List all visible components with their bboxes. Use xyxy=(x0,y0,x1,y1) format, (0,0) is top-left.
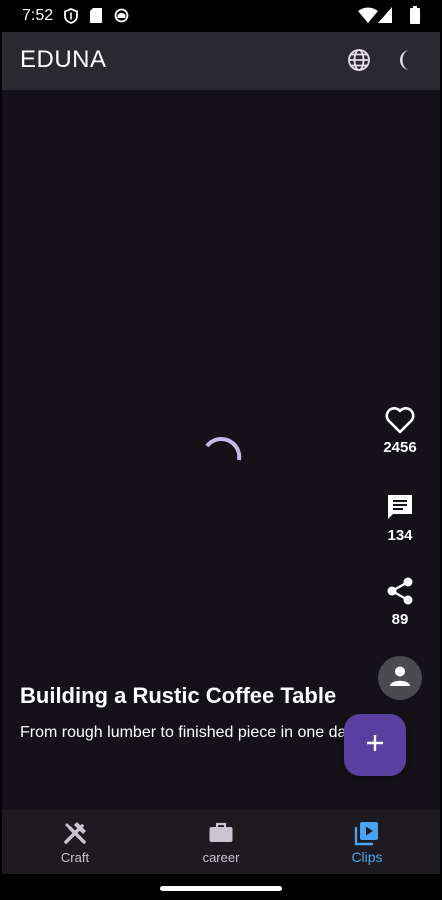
bottom-navigation: Craft career Clips xyxy=(2,810,440,874)
share-button[interactable]: 89 xyxy=(372,576,428,628)
tools-icon xyxy=(62,820,88,851)
app-title: EDUNA xyxy=(20,46,107,73)
wifi-icon xyxy=(358,7,378,28)
creator-avatar[interactable] xyxy=(378,656,422,700)
gesture-bar xyxy=(0,874,442,900)
nav-label-clips: Clips xyxy=(351,849,383,865)
like-button[interactable]: 2456 xyxy=(372,406,428,456)
video-description: From rough lumber to finished piece in o… xyxy=(20,724,347,741)
app-bar: EDUNA xyxy=(2,32,440,90)
globe-icon[interactable] xyxy=(344,45,374,75)
nav-item-craft[interactable]: Craft xyxy=(2,810,148,874)
comment-icon xyxy=(385,495,415,526)
status-bar: 7:52 xyxy=(0,0,442,32)
app-notification-icon xyxy=(114,8,129,28)
dark-mode-icon[interactable] xyxy=(392,45,422,75)
home-gesture-handle[interactable] xyxy=(160,886,282,891)
share-icon xyxy=(385,577,415,610)
battery-icon xyxy=(410,6,420,29)
nav-label-craft: Craft xyxy=(60,850,90,865)
status-time: 7:52 xyxy=(22,7,54,24)
comment-button[interactable]: 134 xyxy=(372,492,428,544)
share-count: 89 xyxy=(391,611,409,628)
plus-icon xyxy=(365,733,385,758)
nav-item-clips[interactable]: Clips xyxy=(294,810,440,874)
comment-count: 134 xyxy=(387,527,413,544)
add-clip-button[interactable] xyxy=(344,714,406,776)
shield-icon xyxy=(64,8,78,29)
loading-spinner xyxy=(201,430,245,479)
nav-label-career: career xyxy=(202,850,240,865)
heart-icon xyxy=(385,407,415,438)
video-library-icon xyxy=(354,820,380,851)
video-title: Building a Rustic Coffee Table xyxy=(20,683,337,708)
cellular-signal-icon xyxy=(378,7,392,28)
person-icon xyxy=(389,665,411,692)
briefcase-icon xyxy=(208,820,234,851)
like-count: 2456 xyxy=(383,439,417,456)
nav-item-career[interactable]: career xyxy=(148,810,294,874)
sd-card-icon xyxy=(90,8,102,28)
